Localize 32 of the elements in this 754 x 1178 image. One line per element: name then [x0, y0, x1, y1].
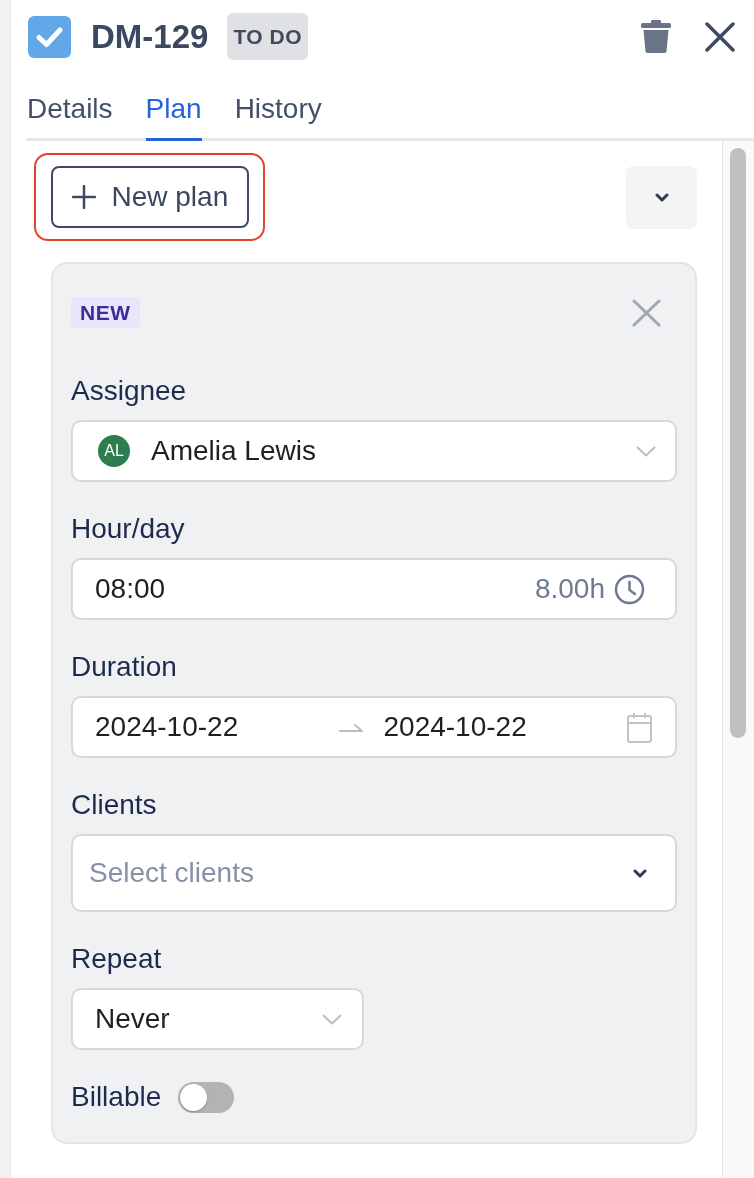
- trash-icon[interactable]: [640, 20, 672, 53]
- checkbox-icon[interactable]: [28, 15, 71, 58]
- date-input[interactable]: 2024-10-22: [95, 711, 339, 743]
- field-label: Repeat: [71, 942, 162, 976]
- avatar: AL: [98, 435, 130, 467]
- new-badge: NEW: [71, 297, 140, 328]
- select-field[interactable]: Never: [71, 988, 364, 1050]
- scrollbar-thumb[interactable]: [730, 148, 746, 738]
- field-label: Hour/day: [71, 512, 185, 546]
- date-input[interactable]: 2024-10-22: [383, 711, 627, 743]
- chevron-down-icon: [654, 192, 669, 202]
- chevron-down-icon: [633, 868, 647, 878]
- hours-text: 8.00h: [534, 573, 605, 605]
- calendar-icon: [627, 711, 652, 743]
- field-label: Clients: [71, 788, 157, 822]
- task-key: DM-129: [91, 16, 209, 57]
- chevron-down-icon: [322, 1013, 342, 1025]
- field-label: Billable: [71, 1080, 162, 1114]
- new-plan-button[interactable]: New plan: [50, 166, 250, 228]
- status-badge: TO DO: [227, 13, 308, 60]
- field-label: Duration: [71, 650, 177, 684]
- tab[interactable]: Plan: [145, 73, 202, 141]
- select-field[interactable]: AL Amelia Lewis: [71, 420, 677, 482]
- chevron-down-icon: [636, 445, 656, 457]
- tab[interactable]: History: [234, 73, 322, 141]
- field-label: Assignee: [71, 374, 187, 408]
- close-icon[interactable]: [705, 21, 735, 52]
- clock-icon: [614, 573, 645, 605]
- toggle-switch[interactable]: [178, 1081, 235, 1113]
- tab[interactable]: Details: [27, 73, 113, 141]
- time-field[interactable]: 08:00 8.00h: [71, 558, 677, 620]
- plus-icon: [71, 185, 96, 209]
